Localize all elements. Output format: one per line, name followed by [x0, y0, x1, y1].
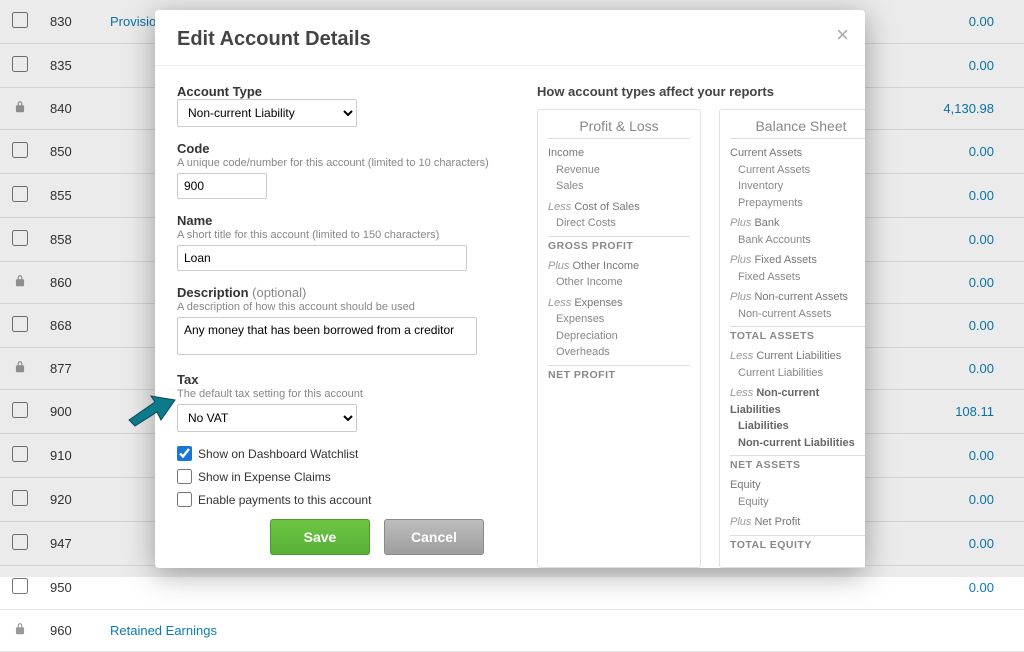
form-column: Account Type Non-current Liability Code … — [177, 84, 517, 556]
reports-info-column: How account types affect your reports Pr… — [537, 84, 865, 556]
cancel-button[interactable]: Cancel — [384, 519, 484, 555]
edit-account-dialog: Edit Account Details × Account Type Non-… — [155, 10, 865, 568]
watchlist-checkbox[interactable] — [177, 446, 192, 461]
watchlist-label: Show on Dashboard Watchlist — [198, 447, 358, 461]
row-type — [548, 610, 688, 652]
description-textarea[interactable] — [177, 317, 477, 355]
description-help: A description of how this account should… — [177, 301, 517, 313]
account-type-select[interactable]: Non-current Liability — [177, 99, 357, 127]
enable-payments-checkbox[interactable] — [177, 492, 192, 507]
code-label: Code — [177, 141, 517, 156]
save-button[interactable]: Save — [270, 519, 370, 555]
row-name-link[interactable]: Retained Earnings — [100, 610, 548, 652]
row-amount — [808, 610, 1024, 652]
expense-claims-label: Show in Expense Claims — [198, 470, 331, 484]
code-help: A unique code/number for this account (l… — [177, 157, 517, 169]
annotation-arrow-icon — [127, 390, 177, 430]
expense-claims-checkbox[interactable] — [177, 469, 192, 484]
name-help: A short title for this account (limited … — [177, 229, 517, 241]
table-row[interactable]: 960Retained Earnings — [0, 610, 1024, 652]
row-lock-icon — [0, 610, 40, 652]
tax-select[interactable]: No VAT — [177, 404, 357, 432]
code-input[interactable] — [177, 173, 267, 199]
tax-help: The default tax setting for this account — [177, 388, 517, 400]
enable-payments-label: Enable payments to this account — [198, 493, 371, 507]
balance-sheet-box: Balance Sheet Current AssetsCurrent Asse… — [719, 109, 865, 568]
dialog-header: Edit Account Details × — [155, 10, 865, 66]
name-label: Name — [177, 213, 517, 228]
row-code: 960 — [40, 610, 100, 652]
description-label: Description (optional) — [177, 285, 517, 300]
close-icon[interactable]: × — [836, 24, 849, 46]
dialog-title: Edit Account Details — [177, 28, 843, 51]
name-input[interactable] — [177, 245, 467, 271]
reports-heading: How account types affect your reports — [537, 84, 865, 99]
row-tax — [688, 610, 808, 652]
profit-loss-box: Profit & Loss IncomeRevenueSalesLess Cos… — [537, 109, 701, 568]
tax-label: Tax — [177, 372, 517, 387]
account-type-label: Account Type — [177, 84, 517, 99]
